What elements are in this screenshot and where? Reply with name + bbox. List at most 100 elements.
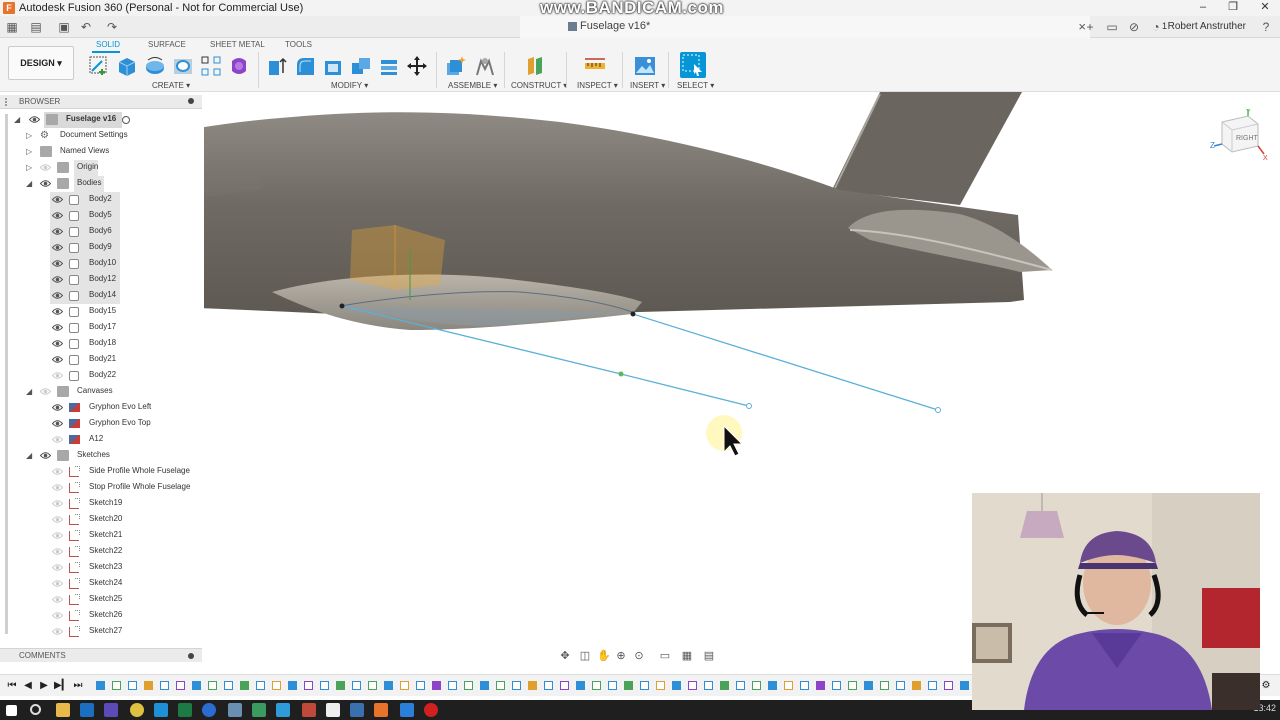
- tree-canvas-item[interactable]: A12: [0, 432, 200, 448]
- insert-canvas-icon[interactable]: [634, 55, 656, 77]
- assemble-menu[interactable]: ASSEMBLE ▾: [448, 81, 497, 90]
- offset-plane-icon[interactable]: [524, 55, 546, 77]
- expand-arrow-icon[interactable]: ▷: [26, 147, 36, 157]
- comments-pin-icon[interactable]: [188, 653, 194, 659]
- tree-body-item[interactable]: Body2: [0, 192, 200, 208]
- tree-body-item[interactable]: Body9: [0, 240, 200, 256]
- tab-sheet-metal[interactable]: SHEET METAL: [210, 40, 265, 49]
- fillet-icon[interactable]: [294, 55, 316, 77]
- joint-icon[interactable]: [474, 55, 496, 77]
- hole-icon[interactable]: [172, 55, 194, 77]
- tree-sketch-item[interactable]: Sketch22: [0, 544, 200, 560]
- app-icon[interactable]: [276, 703, 290, 717]
- job-status-icon[interactable]: ▭: [1104, 19, 1120, 35]
- visibility-eye-icon[interactable]: [39, 163, 52, 172]
- tree-body-item[interactable]: Body18: [0, 336, 200, 352]
- timeline-feature-icon[interactable]: [384, 681, 393, 690]
- timeline-feature-icon[interactable]: [400, 681, 409, 690]
- visibility-eye-icon[interactable]: [51, 355, 64, 364]
- timeline-feature-icon[interactable]: [640, 681, 649, 690]
- timeline-play-icon[interactable]: ▶: [38, 680, 50, 692]
- bandicam-record-icon[interactable]: [424, 703, 438, 717]
- timeline-feature-icon[interactable]: [496, 681, 505, 690]
- visibility-eye-icon[interactable]: [51, 579, 64, 588]
- tree-item-canvases[interactable]: ◢ Canvases: [0, 384, 200, 400]
- app-icon[interactable]: [228, 703, 242, 717]
- tree-sketch-item[interactable]: Sketch23: [0, 560, 200, 576]
- create-sketch-icon[interactable]: [88, 55, 110, 77]
- modify-menu[interactable]: MODIFY ▾: [331, 81, 368, 90]
- timeline-feature-icon[interactable]: [240, 681, 249, 690]
- expand-arrow-icon[interactable]: ▷: [26, 163, 36, 173]
- timeline-feature-icon[interactable]: [256, 681, 265, 690]
- pan-icon[interactable]: ✋: [597, 650, 611, 662]
- new-tab-plus-icon[interactable]: +: [1082, 19, 1098, 35]
- rectangular-pattern-icon[interactable]: [200, 55, 222, 77]
- extensions-icon[interactable]: ⊘: [1126, 19, 1142, 35]
- orbit-icon[interactable]: ✥: [559, 650, 571, 662]
- document-tab[interactable]: Fuselage v16* ×: [520, 16, 1090, 38]
- timeline-first-icon[interactable]: ⏮: [6, 680, 18, 692]
- timeline-feature-icon[interactable]: [416, 681, 425, 690]
- timeline-feature-icon[interactable]: [96, 681, 105, 690]
- timeline-feature-icon[interactable]: [736, 681, 745, 690]
- grid-snaps-icon[interactable]: ▦: [681, 650, 693, 662]
- tree-sketch-item[interactable]: Sketch24: [0, 576, 200, 592]
- extrude-icon[interactable]: [116, 55, 138, 77]
- file-explorer-icon[interactable]: [56, 703, 70, 717]
- user-name[interactable]: Robert Anstruther: [1168, 21, 1246, 32]
- save-icon[interactable]: ▣: [56, 19, 72, 35]
- timeline-feature-icon[interactable]: [880, 681, 889, 690]
- visibility-eye-icon[interactable]: [51, 467, 64, 476]
- timeline-feature-icon[interactable]: [368, 681, 377, 690]
- timeline-settings-icon[interactable]: ⚙: [1260, 680, 1272, 692]
- outlook-icon[interactable]: [80, 703, 94, 717]
- tree-canvas-item[interactable]: Gryphon Evo Top: [0, 416, 200, 432]
- timeline-feature-icon[interactable]: [656, 681, 665, 690]
- timeline-feature-icon[interactable]: [160, 681, 169, 690]
- visibility-eye-icon[interactable]: [51, 419, 64, 428]
- app-icon[interactable]: [350, 703, 364, 717]
- viewports-icon[interactable]: ▤: [703, 650, 715, 662]
- tree-sketch-item[interactable]: Sketch26: [0, 608, 200, 624]
- tree-sketch-item[interactable]: Side Profile Whole Fuselage: [0, 464, 200, 480]
- tree-sketch-item[interactable]: Sketch27: [0, 624, 200, 640]
- visibility-eye-icon[interactable]: [51, 563, 64, 572]
- tree-sketch-item[interactable]: Sketch21: [0, 528, 200, 544]
- tree-root[interactable]: ◢ Fuselage v16: [0, 112, 200, 128]
- undo-icon[interactable]: ↶: [78, 19, 94, 35]
- select-icon[interactable]: [680, 52, 706, 78]
- timeline-feature-icon[interactable]: [608, 681, 617, 690]
- visibility-eye-icon[interactable]: [51, 483, 64, 492]
- tab-solid[interactable]: SOLID: [96, 40, 120, 49]
- visibility-eye-icon[interactable]: [51, 515, 64, 524]
- tree-body-item[interactable]: Body12: [0, 272, 200, 288]
- tree-sketch-item[interactable]: Sketch25: [0, 592, 200, 608]
- visibility-eye-icon[interactable]: [51, 275, 64, 284]
- timeline-feature-icon[interactable]: [320, 681, 329, 690]
- timeline-feature-icon[interactable]: [816, 681, 825, 690]
- shell-icon[interactable]: [322, 55, 344, 77]
- timeline-feature-icon[interactable]: [288, 681, 297, 690]
- browser-app-icon[interactable]: [202, 703, 216, 717]
- app-icon[interactable]: [326, 703, 340, 717]
- visibility-eye-icon[interactable]: [51, 291, 64, 300]
- teams-icon[interactable]: [104, 703, 118, 717]
- insert-menu[interactable]: INSERT ▾: [630, 81, 665, 90]
- tree-item-named-views[interactable]: ▷ Named Views: [0, 144, 200, 160]
- browser-scrollbar[interactable]: [5, 114, 8, 634]
- visibility-eye-icon[interactable]: [51, 195, 64, 204]
- app-icon[interactable]: [302, 703, 316, 717]
- timeline-feature-icon[interactable]: [432, 681, 441, 690]
- start-icon[interactable]: [6, 705, 17, 716]
- timeline-feature-icon[interactable]: [768, 681, 777, 690]
- tree-sketch-item[interactable]: Sketch20: [0, 512, 200, 528]
- chrome-icon[interactable]: [130, 703, 144, 717]
- timeline-feature-icon[interactable]: [912, 681, 921, 690]
- revolve-icon[interactable]: [144, 55, 166, 77]
- panel-grip-icon[interactable]: [5, 98, 13, 106]
- timeline-feature-icon[interactable]: [944, 681, 953, 690]
- timeline-feature-icon[interactable]: [272, 681, 281, 690]
- timeline-feature-icon[interactable]: [704, 681, 713, 690]
- timeline-feature-icon[interactable]: [752, 681, 761, 690]
